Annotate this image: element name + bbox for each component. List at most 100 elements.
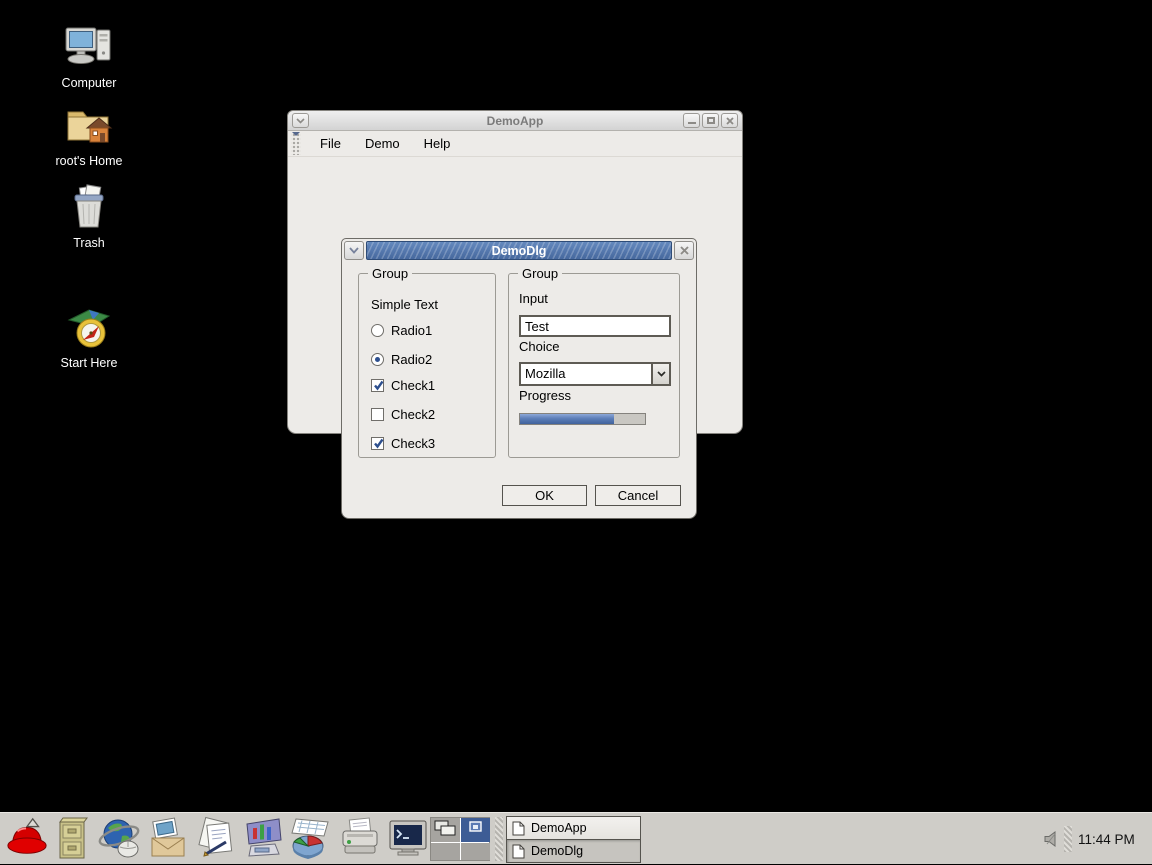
desktop-icon-trash[interactable]: Trash xyxy=(41,184,137,250)
chevron-down-icon xyxy=(657,371,666,377)
progress-bar-fill xyxy=(520,414,614,424)
taskbar-item-demoapp[interactable]: DemoApp xyxy=(506,816,641,840)
close-icon xyxy=(726,117,734,125)
demoapp-titlebar[interactable]: DemoApp xyxy=(288,111,742,131)
web-browser-launcher[interactable] xyxy=(98,816,142,860)
writer-documents-icon xyxy=(194,816,238,860)
terminal-launcher[interactable] xyxy=(386,816,430,860)
left-groupbox: Group Simple Text Radio1 Radio2 Check1 C… xyxy=(358,273,496,458)
checkbox-check2[interactable]: Check2 xyxy=(371,406,435,422)
close-icon xyxy=(680,246,689,255)
word-processor-launcher[interactable] xyxy=(194,816,238,860)
radio-radio2[interactable]: Radio2 xyxy=(371,351,432,367)
envelope-photo-icon xyxy=(146,816,190,860)
redhat-icon xyxy=(5,815,49,861)
maximize-button[interactable] xyxy=(702,113,719,128)
choice-combobox[interactable]: Mozilla xyxy=(519,362,671,386)
email-launcher[interactable] xyxy=(146,816,190,860)
demoapp-window-title: DemoApp xyxy=(288,114,742,128)
demodlg-dialog: DemoDlg Group Simple Text Radio1 Radio2 xyxy=(341,238,697,519)
chevron-down-icon xyxy=(296,118,305,124)
progress-label: Progress xyxy=(519,388,571,403)
desktop-icon-roots-home[interactable]: root's Home xyxy=(41,102,137,168)
close-button[interactable] xyxy=(674,241,694,260)
maximize-icon xyxy=(707,117,715,124)
workspace-3[interactable] xyxy=(431,843,460,860)
workspace-4[interactable] xyxy=(461,843,490,860)
groupbox-label: Group xyxy=(518,266,562,281)
desktop-icon-label: Computer xyxy=(62,76,117,90)
workspace-1[interactable] xyxy=(431,818,460,842)
groupbox-label: Group xyxy=(368,266,412,281)
simple-text-label: Simple Text xyxy=(371,296,438,312)
trash-icon xyxy=(41,184,137,233)
cancel-button[interactable]: Cancel xyxy=(595,485,681,506)
checkbox-check3[interactable]: Check3 xyxy=(371,435,435,451)
workspace-windows-icon xyxy=(431,818,460,839)
presentation-launcher[interactable] xyxy=(241,816,285,860)
checkbox-label: Check1 xyxy=(391,378,435,393)
radio-icon[interactable] xyxy=(371,353,384,366)
minimize-icon xyxy=(688,122,696,124)
spreadsheet-launcher[interactable] xyxy=(288,816,332,860)
radio-label: Radio1 xyxy=(391,323,432,338)
checkbox-check1[interactable]: Check1 xyxy=(371,377,435,393)
workspace-window-icon xyxy=(461,818,490,839)
window-page-icon xyxy=(512,821,525,836)
workspace-2-active[interactable] xyxy=(461,818,490,842)
impress-chart-icon xyxy=(241,816,285,860)
progress-bar xyxy=(519,413,646,425)
checkbox-icon[interactable] xyxy=(371,408,384,421)
clock[interactable]: 11:44 PM xyxy=(1078,813,1135,865)
desktop: Computer root's Home Trash xyxy=(0,0,1152,864)
close-button[interactable] xyxy=(721,113,738,128)
home-folder-icon xyxy=(41,102,137,151)
clock-drag-handle[interactable] xyxy=(1064,826,1072,852)
demodlg-titlebar-strip[interactable]: DemoDlg xyxy=(366,241,672,260)
file-manager-launcher[interactable] xyxy=(50,816,94,860)
radio-icon[interactable] xyxy=(371,324,384,337)
desktop-icon-label: Start Here xyxy=(61,356,118,370)
calc-pie-icon xyxy=(288,816,332,860)
input-field[interactable] xyxy=(519,315,671,337)
ok-button[interactable]: OK xyxy=(502,485,587,506)
taskbar-item-label: DemoDlg xyxy=(531,844,583,858)
window-list-drag-handle[interactable] xyxy=(495,817,503,861)
toolbar-drag-handle[interactable] xyxy=(291,133,301,155)
checkbox-icon[interactable] xyxy=(371,379,384,392)
bottom-panel: DemoApp DemoDlg 11:44 PM xyxy=(0,812,1152,864)
right-groupbox: Group Input Choice Mozilla Progress xyxy=(508,273,680,458)
print-manager-launcher[interactable] xyxy=(338,816,382,860)
demoapp-menubar: File Demo Help xyxy=(288,131,742,157)
window-menu-button[interactable] xyxy=(292,113,309,128)
demodlg-titlebar[interactable]: DemoDlg xyxy=(344,241,694,260)
desktop-icon-label: Trash xyxy=(73,236,105,250)
desktop-icon-computer[interactable]: Computer xyxy=(41,22,137,90)
minimize-button[interactable] xyxy=(683,113,700,128)
chevron-down-icon xyxy=(349,247,359,254)
workspace-switcher xyxy=(430,817,490,861)
combobox-value: Mozilla xyxy=(521,364,651,384)
window-menu-button[interactable] xyxy=(344,241,364,260)
terminal-icon xyxy=(386,816,430,860)
menu-file[interactable]: File xyxy=(308,133,353,154)
speaker-icon xyxy=(1043,831,1061,847)
choice-label: Choice xyxy=(519,339,559,354)
taskbar-item-label: DemoApp xyxy=(531,821,587,835)
desktop-icon-label: root's Home xyxy=(56,154,123,168)
menu-demo[interactable]: Demo xyxy=(353,133,412,154)
combobox-dropdown-button[interactable] xyxy=(651,364,669,384)
radio-radio1[interactable]: Radio1 xyxy=(371,322,432,338)
main-menu-button[interactable] xyxy=(5,816,49,860)
checkbox-label: Check3 xyxy=(391,436,435,451)
file-cabinet-icon xyxy=(52,816,92,860)
computer-icon xyxy=(41,22,137,73)
checkbox-icon[interactable] xyxy=(371,437,384,450)
start-here-icon xyxy=(41,304,137,353)
demodlg-window-title: DemoDlg xyxy=(492,244,547,258)
desktop-icon-start-here[interactable]: Start Here xyxy=(41,304,137,370)
volume-button[interactable] xyxy=(1043,831,1061,850)
window-page-icon xyxy=(512,844,525,859)
menu-help[interactable]: Help xyxy=(412,133,463,154)
taskbar-item-demodlg[interactable]: DemoDlg xyxy=(506,839,641,863)
